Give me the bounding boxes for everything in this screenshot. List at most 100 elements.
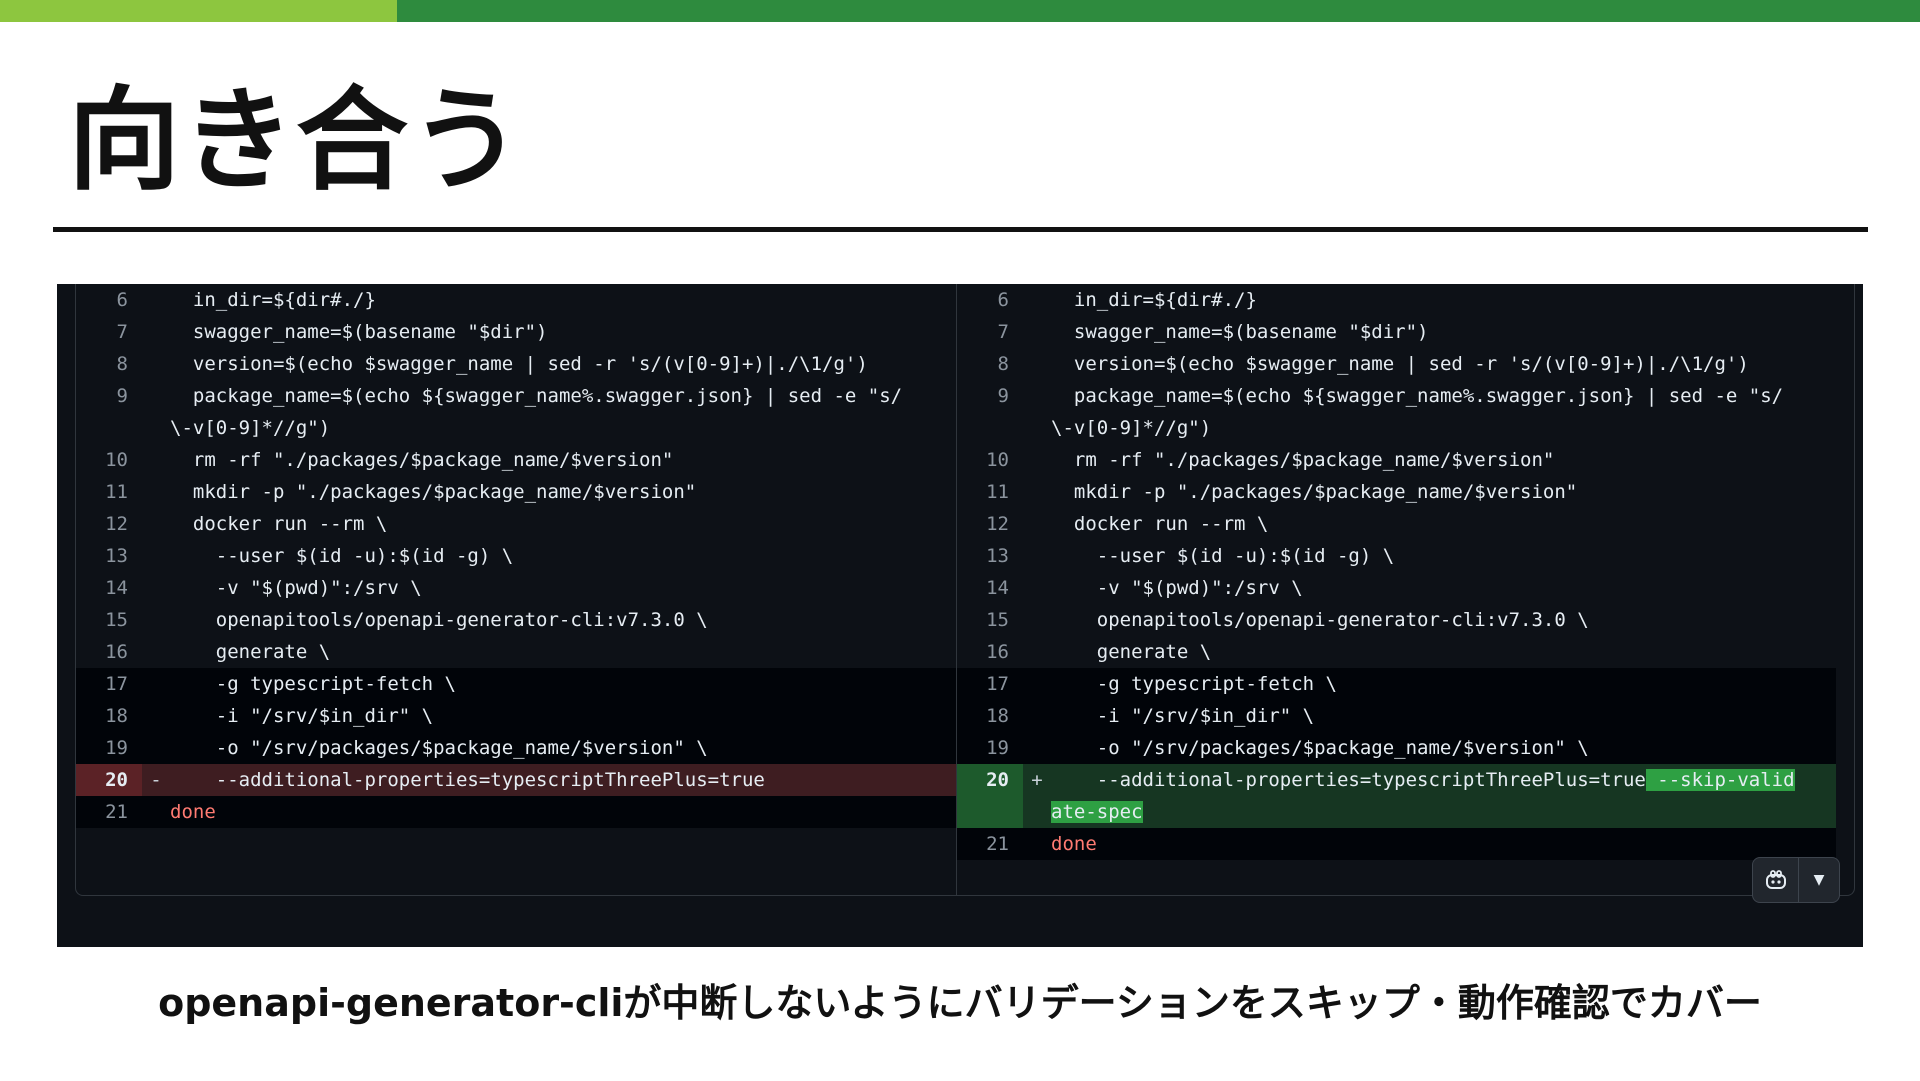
line-number[interactable]: 19 [957, 732, 1023, 764]
line-number[interactable]: 20 [957, 764, 1023, 828]
diff-row-right: 15 openapitools/openapi-generator-cli:v7… [957, 604, 1836, 636]
caret-down-icon[interactable]: ▼ [1799, 858, 1839, 902]
line-number[interactable]: 7 [76, 316, 142, 348]
diff-row-right: 21 done [957, 828, 1836, 860]
diff-row-left: 19 -o "/srv/packages/$package_name/$vers… [76, 732, 956, 764]
line-number[interactable]: 6 [957, 284, 1023, 316]
diff-marker [1023, 380, 1051, 444]
line-number[interactable]: 14 [76, 572, 142, 604]
diff-marker [142, 572, 170, 604]
line-number[interactable]: 12 [76, 508, 142, 540]
diff-row-left: 7 swagger_name=$(basename "$dir") [76, 316, 956, 348]
line-number[interactable]: 6 [76, 284, 142, 316]
diff-row-left: 10 rm -rf "./packages/$package_name/$ver… [76, 444, 956, 476]
diff-marker [1023, 732, 1051, 764]
diff-marker: - [150, 769, 162, 791]
line-number[interactable]: 18 [957, 700, 1023, 732]
line-number[interactable]: 21 [957, 828, 1023, 860]
diff-row-right: 11 mkdir -p "./packages/$package_name/$v… [957, 476, 1836, 508]
diff-marker [1023, 828, 1051, 860]
line-number[interactable]: 12 [957, 508, 1023, 540]
diff-marker [1023, 636, 1051, 668]
diff-marker [1023, 508, 1051, 540]
diff-marker [1023, 348, 1051, 380]
diff-marker [142, 604, 170, 636]
diff-marker [142, 732, 170, 764]
diff-marker [1023, 604, 1051, 636]
diff-marker [142, 540, 170, 572]
diff-marker [142, 348, 170, 380]
code-line: in_dir=${dir#./} [170, 289, 376, 311]
code-line: -o "/srv/packages/$package_name/$version… [1051, 737, 1589, 759]
diff-row-right: 20 + --additional-properties=typescriptTh… [957, 764, 1836, 828]
code-line: docker run --rm \ [170, 513, 388, 535]
line-number[interactable]: 13 [957, 540, 1023, 572]
code-line: package_name=$(echo ${swagger_name%.swag… [1051, 385, 1784, 439]
line-number[interactable]: 10 [957, 444, 1023, 476]
keyword: done [1051, 833, 1097, 855]
diff-marker [142, 668, 170, 700]
diff-left-pane: 6 in_dir=${dir#./} 7 swagger_name=$(basen… [76, 284, 956, 895]
line-number[interactable]: 15 [957, 604, 1023, 636]
line-number[interactable]: 11 [76, 476, 142, 508]
diff-row-right: 8 version=$(echo $swagger_name | sed -r … [957, 348, 1836, 380]
line-number[interactable]: 20 [76, 764, 142, 796]
top-accent-bar-light [0, 0, 397, 22]
code-line: -i "/srv/$in_dir" \ [1051, 705, 1315, 727]
diff-row-right: 18 -i "/srv/$in_dir" \ [957, 700, 1836, 732]
line-number[interactable]: 19 [76, 732, 142, 764]
diff-row-right: 16 generate \ [957, 636, 1836, 668]
code-line: --user $(id -u):$(id -g) \ [1051, 545, 1395, 567]
line-number[interactable]: 15 [76, 604, 142, 636]
code-line: rm -rf "./packages/$package_name/$versio… [1051, 449, 1555, 471]
diff-marker [1023, 316, 1051, 348]
line-number[interactable]: 21 [76, 796, 142, 828]
diff-marker [142, 508, 170, 540]
line-number[interactable]: 13 [76, 540, 142, 572]
diff-row-left: 21 done [76, 796, 956, 828]
diff-row-right: 12 docker run --rm \ [957, 508, 1836, 540]
code-line: mkdir -p "./packages/$package_name/$vers… [170, 481, 697, 503]
diff-marker [1023, 572, 1051, 604]
diff-row-right: 7 swagger_name=$(basename "$dir") [957, 316, 1836, 348]
diff-marker [142, 284, 170, 316]
code-line: --additional-properties=typescriptThreeP… [1051, 769, 1795, 823]
code-line: openapitools/openapi-generator-cli:v7.3.… [1051, 609, 1589, 631]
diff-row-left: 9 package_name=$(echo ${swagger_name%.sw… [76, 380, 956, 444]
diff-row-left: 13 --user $(id -u):$(id -g) \ [76, 540, 956, 572]
diff-row-left: 6 in_dir=${dir#./} [76, 284, 956, 316]
line-number[interactable]: 8 [957, 348, 1023, 380]
line-number[interactable]: 9 [957, 380, 1023, 444]
line-number[interactable]: 10 [76, 444, 142, 476]
diff-row-right: 17 -g typescript-fetch \ [957, 668, 1836, 700]
code-line: -i "/srv/$in_dir" \ [170, 705, 434, 727]
diff-row-right: 9 package_name=$(echo ${swagger_name%.sw… [957, 380, 1836, 444]
line-number[interactable]: 16 [957, 636, 1023, 668]
slide-title: 向き合う [68, 76, 524, 206]
code-line: done [1051, 828, 1836, 860]
copilot-menu[interactable]: ▼ [1752, 857, 1840, 903]
keyword: done [170, 801, 216, 823]
line-number[interactable]: 16 [76, 636, 142, 668]
line-number[interactable]: 18 [76, 700, 142, 732]
line-number[interactable]: 9 [76, 380, 142, 444]
line-number[interactable]: 14 [957, 572, 1023, 604]
diff-marker [1023, 476, 1051, 508]
code-line: package_name=$(echo ${swagger_name%.swag… [170, 385, 903, 439]
diff-row-right: 14 -v "$(pwd)":/srv \ [957, 572, 1836, 604]
line-number[interactable]: 8 [76, 348, 142, 380]
diff-marker [142, 476, 170, 508]
diff-marker [1023, 444, 1051, 476]
diff-marker [1023, 284, 1051, 316]
code-line: --user $(id -u):$(id -g) \ [170, 545, 514, 567]
code-line: swagger_name=$(basename "$dir") [1051, 321, 1429, 343]
code-line: done [170, 796, 956, 828]
line-number[interactable]: 11 [957, 476, 1023, 508]
code-line: docker run --rm \ [1051, 513, 1269, 535]
copilot-icon[interactable] [1753, 858, 1799, 902]
line-number[interactable]: 17 [957, 668, 1023, 700]
line-number[interactable]: 7 [957, 316, 1023, 348]
diff-marker [142, 636, 170, 668]
code-line: rm -rf "./packages/$package_name/$versio… [170, 449, 674, 471]
line-number[interactable]: 17 [76, 668, 142, 700]
